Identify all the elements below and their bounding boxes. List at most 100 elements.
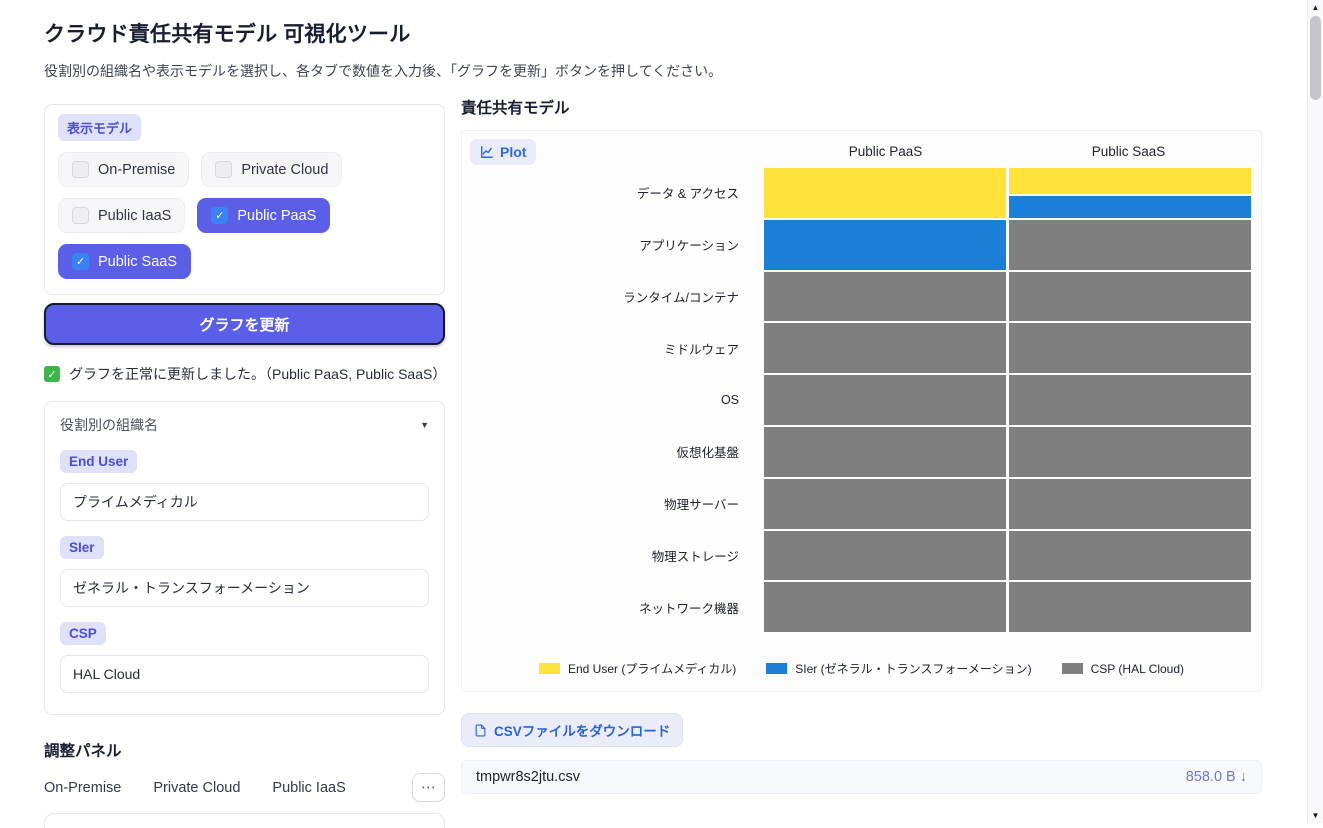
chart-cell [1009,219,1251,270]
plot-label-text: Plot [500,144,527,160]
chart-segment-csp [1009,478,1251,529]
chart-row: アプリケーション [462,219,1261,270]
chart-row-label: 物理ストレージ [651,549,739,564]
chart-column-header-public-saas: Public SaaS [1091,144,1166,159]
chart-segment-csp [1009,219,1251,270]
org-input-end-user[interactable] [60,483,429,521]
org-accordion: 役割別の組織名 ▼ End User SIer CSP [44,401,445,715]
role-badge-end-user: End User [60,450,138,473]
chart-cell [764,375,1006,425]
chart-segment-csp [1009,530,1251,581]
legend-swatch [766,663,788,674]
model-option-on-premise[interactable]: On-Premise [58,152,190,187]
legend-item-end_user: End User (プライムメディカル) [538,660,737,677]
chart-cell [1009,271,1251,322]
model-option-label: Public SaaS [98,253,177,270]
chart-row: 物理サーバー [462,478,1261,529]
model-option-public-iaas[interactable]: Public IaaS [58,198,186,233]
org-accordion-title: 役割別の組織名 [60,417,158,433]
tab-list: On-Premise Private Cloud Public IaaS [44,774,346,802]
chart-segment-csp [1009,375,1251,425]
legend-item-csp: CSP (HAL Cloud) [1061,660,1185,677]
chart-row: 仮想化基盤 [462,426,1261,477]
chart-cell [1009,530,1251,581]
chart-row: ネットワーク機器 [462,582,1261,633]
model-option-label: On-Premise [98,161,176,178]
org-accordion-header[interactable]: 役割別の組織名 ▼ [60,415,429,435]
main-columns: 表示モデル On-Premise Private Cloud Public IaaS… [44,96,1263,828]
chart-row-label: ネットワーク機器 [638,601,739,616]
tab-overflow-button[interactable]: ⋯ [412,773,445,802]
page-subtitle: 役割別の組織名や表示モデルを選択し、各タブで数値を入力後、「グラフを更新」ボタン… [44,63,723,79]
scroll-up-icon[interactable]: ▲ [1308,3,1323,12]
legend-label: CSP (HAL Cloud) [1090,661,1185,676]
model-option-public-paas[interactable]: ✓ Public PaaS [197,198,331,233]
chart-segment-csp [764,271,1006,322]
chart-segment-csp [1009,271,1251,322]
plot-label-badge: Plot [470,139,537,165]
chart-row: ミドルウェア [462,323,1261,374]
chart-segment-end_user [764,168,1006,218]
chart-cell [1009,478,1251,529]
legend-label: End User (プライムメディカル) [567,662,737,676]
legend-label: SIer (ゼネラル・トランスフォーメーション) [795,662,1032,676]
adjust-panel-body-top [44,813,445,828]
chart-row: OS [462,375,1261,425]
chart-cell [764,426,1006,477]
scrollbar-thumb[interactable] [1310,16,1321,100]
chart-segment-sier [764,219,1006,270]
tab-on-premise[interactable]: On-Premise [44,774,121,802]
chart-segment-sier [1009,196,1251,218]
adjust-panel-title: 調整パネル [44,743,122,760]
chart-row: ランタイム/コンテナ [462,271,1261,322]
chart-cell [1009,582,1251,633]
chart-icon [480,145,494,159]
status-text: グラフを正常に更新しました。（Public PaaS, Public SaaS） [69,366,447,382]
csv-file-size-link[interactable]: 858.0 B ↓ [1186,769,1247,785]
vertical-scrollbar[interactable]: ▲ ▼ [1307,0,1323,823]
chart-cell [1009,168,1251,218]
checkbox-checked-icon: ✓ [72,253,89,270]
chart-grid: データ & アクセスアプリケーションランタイム/コンテナ ミドルウェア OS 仮想化基… [462,168,1261,633]
csv-file-name[interactable]: tmpwr8s2jtu.csv [476,769,580,785]
checkbox-checked-icon: ✓ [211,207,229,224]
chart-row-label: 物理サーバー [664,498,739,513]
chart-row: 物理ストレージ [462,530,1261,581]
chart-row: データ & アクセス [462,168,1261,218]
chart-column-header-public-paas: Public PaaS [848,144,923,159]
org-input-sier[interactable] [60,569,429,607]
adjust-panel-tabbar: On-Premise Private Cloud Public IaaS ⋯ [44,773,445,802]
chart-row-label: アプリケーション [639,239,739,254]
chart-segment-end_user [1009,168,1251,195]
tab-public-iaas[interactable]: Public IaaS [272,774,345,802]
chart-cell [764,582,1006,633]
chart-row-label: OS [720,393,739,408]
csv-file-row[interactable]: tmpwr8s2jtu.csv 858.0 B ↓ [461,760,1262,794]
chart-segment-csp [764,323,1006,374]
checkbox-unchecked-icon [215,161,233,178]
chart-segment-csp [764,375,1006,425]
model-option-label: Public PaaS [237,207,317,224]
model-option-label: Public IaaS [98,207,172,224]
chart-segment-csp [764,478,1006,529]
chart-cell [764,323,1006,374]
update-graph-button[interactable]: グラフを更新 [44,303,445,345]
tab-private-cloud[interactable]: Private Cloud [153,774,240,802]
chart-legend: End User (プライムメディカル) SIer (ゼネラル・トランスフォーメー… [462,660,1261,677]
chart-cell [1009,323,1251,374]
org-field-csp: CSP [60,622,429,693]
model-option-public-saas[interactable]: ✓ Public SaaS [58,244,191,279]
chart-section-title: 責任共有モデル [461,100,570,117]
chart-segment-csp [1009,582,1251,633]
chart-segment-csp [1009,323,1251,374]
scroll-down-icon[interactable]: ▼ [1308,811,1323,820]
right-column: 責任共有モデル Plot Public PaaS Public SaaS データ … [461,96,1262,794]
model-checkbox-list: On-Premise Private Cloud Public IaaS ✓ Publi… [58,152,431,279]
model-option-private-cloud[interactable]: Private Cloud [201,152,343,187]
csv-download-label: CSVファイルをダウンロード [461,713,684,747]
left-column: 表示モデル On-Premise Private Cloud Public IaaS… [44,96,447,828]
plot-panel: Plot Public PaaS Public SaaS データ & アクセスアプ… [461,130,1262,692]
success-check-icon: ✓ [44,366,60,382]
page-title: クラウド責任共有モデル 可視化ツール [44,23,411,46]
org-input-csp[interactable] [60,655,429,693]
